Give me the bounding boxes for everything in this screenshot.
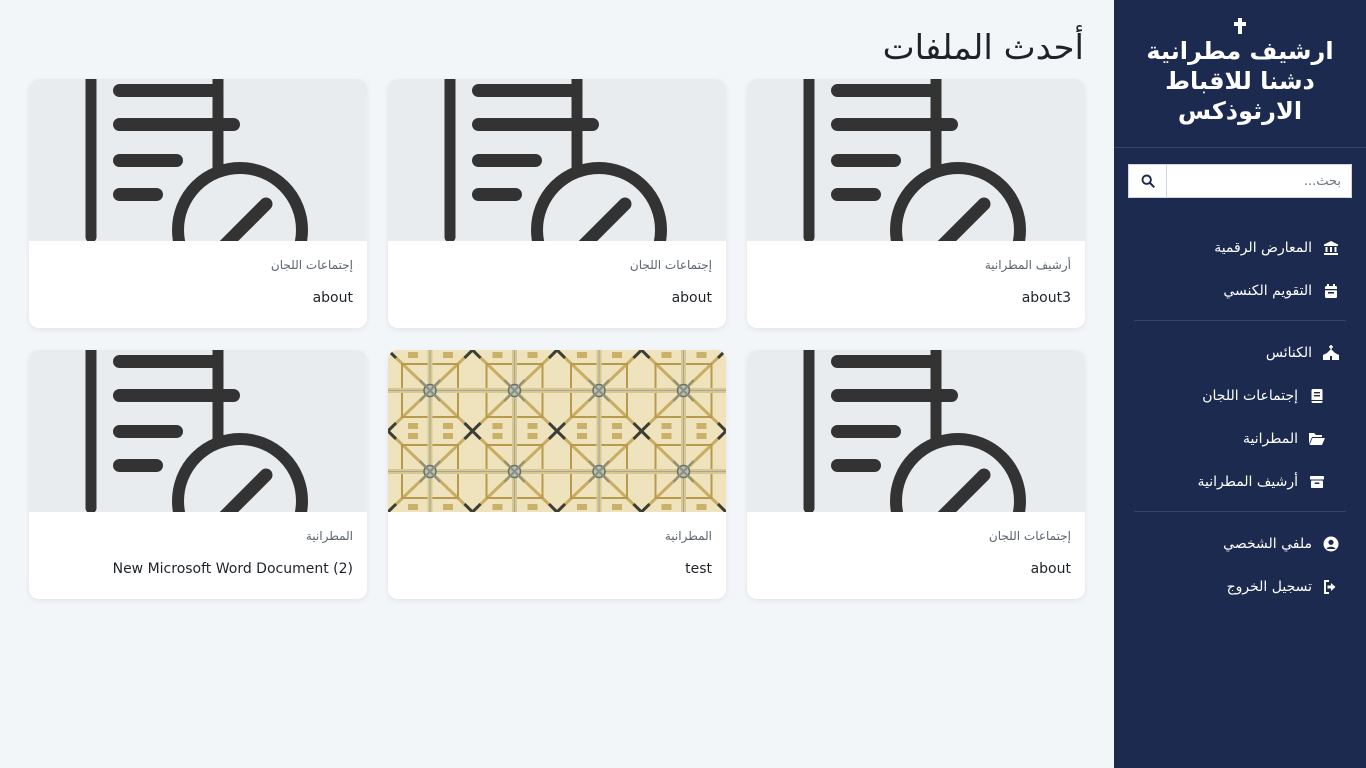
brand-title[interactable]: ارشيف مطرانية دشنا للاقباط الارثوذكس — [1140, 36, 1340, 126]
sidebar: ارشيف مطرانية دشنا للاقباط الارثوذكس الم… — [1114, 0, 1366, 768]
user-circle-icon — [1322, 535, 1340, 553]
document-thumbnail — [747, 350, 1085, 512]
search-icon — [1141, 174, 1155, 188]
cross-icon — [1234, 18, 1246, 34]
main-content: أحدث الملفات أرشيف المطرانية about3 إجتم… — [0, 0, 1114, 768]
file-card[interactable]: المطرانية New Microsoft Word Document (2… — [29, 350, 367, 599]
sidebar-item-label: تسجيل الخروج — [1226, 578, 1312, 595]
page-title: أحدث الملفات — [882, 28, 1084, 68]
archive-icon — [1308, 473, 1326, 491]
file-card[interactable]: إجتماعات اللجان about — [29, 79, 367, 328]
document-thumbnail — [388, 79, 726, 241]
sign-out-icon — [1322, 578, 1340, 596]
sidebar-item-diocese[interactable]: المطرانية — [1114, 417, 1366, 460]
pattern-image — [388, 350, 726, 512]
image-thumbnail — [388, 350, 726, 512]
file-name[interactable]: New Microsoft Word Document (2) — [43, 561, 353, 577]
search-button[interactable] — [1128, 164, 1166, 198]
sidebar-item-churches[interactable]: الكنائس — [1114, 331, 1366, 374]
sidebar-nav: المعارض الرقمية التقويم الكنسي الكنائس إ… — [1114, 226, 1366, 608]
sidebar-item-label: أرشيف المطرانية — [1197, 473, 1298, 490]
file-category: المطرانية — [664, 529, 712, 543]
sidebar-item-logout[interactable]: تسجيل الخروج — [1114, 565, 1366, 608]
document-icon — [803, 350, 1026, 512]
sidebar-item-label: المطرانية — [1243, 430, 1298, 447]
sidebar-item-galleries[interactable]: المعارض الرقمية — [1114, 226, 1366, 269]
document-thumbnail — [747, 79, 1085, 241]
document-thumbnail — [29, 350, 367, 512]
file-category: إجتماعات اللجان — [988, 529, 1071, 543]
sidebar-item-label: ملفي الشخصي — [1223, 535, 1312, 552]
church-icon — [1322, 344, 1340, 362]
file-category: المطرانية — [305, 529, 353, 543]
file-name[interactable]: about3 — [761, 290, 1071, 306]
museum-icon — [1322, 239, 1340, 257]
file-card[interactable]: إجتماعات اللجان about — [388, 79, 726, 328]
calendar-icon — [1322, 282, 1340, 300]
document-icon — [85, 350, 308, 512]
file-category: أرشيف المطرانية — [984, 258, 1071, 272]
sidebar-item-diocese-archive[interactable]: أرشيف المطرانية — [1114, 460, 1366, 503]
sidebar-item-calendar[interactable]: التقويم الكنسي — [1114, 269, 1366, 312]
sidebar-item-profile[interactable]: ملفي الشخصي — [1114, 522, 1366, 565]
document-icon — [444, 79, 667, 241]
file-name[interactable]: about — [761, 561, 1071, 577]
sidebar-item-label: التقويم الكنسي — [1223, 282, 1312, 299]
brand: ارشيف مطرانية دشنا للاقباط الارثوذكس — [1114, 0, 1366, 148]
file-name[interactable]: about — [402, 290, 712, 306]
file-card[interactable]: المطرانية test — [388, 350, 726, 599]
search-input[interactable] — [1166, 164, 1352, 198]
file-card[interactable]: إجتماعات اللجان about — [747, 350, 1085, 599]
document-icon — [85, 79, 308, 241]
file-name[interactable]: test — [402, 561, 712, 577]
sidebar-item-label: المعارض الرقمية — [1214, 239, 1312, 256]
search-form — [1128, 164, 1352, 198]
document-icon — [803, 79, 1026, 241]
sidebar-item-label: إجتماعات اللجان — [1202, 387, 1298, 404]
nav-divider — [1134, 511, 1346, 512]
file-card[interactable]: أرشيف المطرانية about3 — [747, 79, 1085, 328]
nav-divider — [1134, 320, 1346, 321]
sidebar-item-committees[interactable]: إجتماعات اللجان — [1114, 374, 1366, 417]
file-category: إجتماعات اللجان — [629, 258, 712, 272]
files-grid: أرشيف المطرانية about3 إجتماعات اللجان a… — [29, 79, 1085, 599]
sidebar-item-label: الكنائس — [1265, 344, 1312, 361]
file-name[interactable]: about — [43, 290, 353, 306]
document-thumbnail — [29, 79, 367, 241]
file-category: إجتماعات اللجان — [270, 258, 353, 272]
folder-open-icon — [1308, 430, 1326, 448]
book-icon — [1308, 387, 1326, 405]
